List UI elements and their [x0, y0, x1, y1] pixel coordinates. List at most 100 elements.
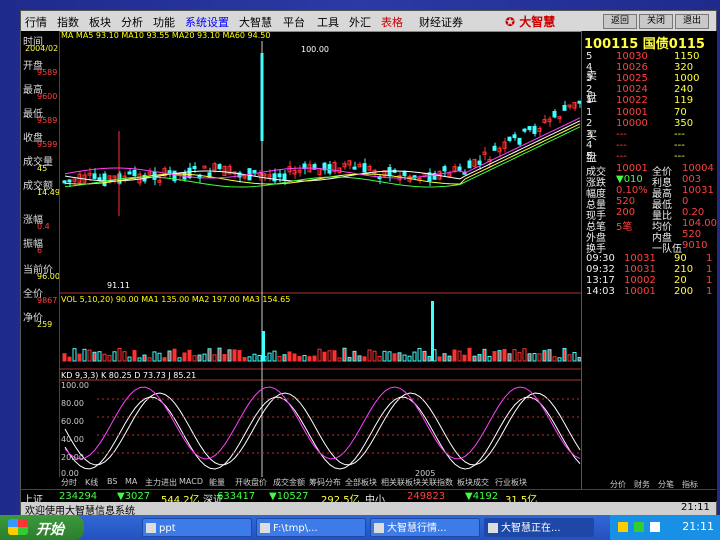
chart-tab[interactable]: 分时	[61, 477, 77, 488]
volume-bar	[97, 351, 102, 362]
tick-row: 09:30 10031 90 1	[582, 253, 717, 264]
close-button[interactable]: 关闭	[639, 14, 673, 29]
back-button[interactable]: 返回	[603, 14, 637, 29]
menu-table[interactable]: 表格	[381, 14, 403, 30]
chart-tab[interactable]: BS	[107, 477, 117, 486]
volume-icon[interactable]	[650, 522, 660, 532]
ask-volume: 240	[674, 84, 694, 95]
taskbar-item-dzh-quote[interactable]: 大智慧行情...	[370, 518, 480, 537]
volume-spike	[431, 301, 434, 361]
app-icon	[374, 523, 384, 533]
stat-value: 10001	[616, 163, 648, 174]
ask-row[interactable]: 2 10024 240	[582, 84, 717, 95]
ask-side-label-1: 卖	[586, 69, 597, 82]
stat-row: 涨跌 ▼010 利息 003	[582, 174, 717, 189]
menu-settings[interactable]: 系统设置	[185, 14, 229, 30]
chart-tab[interactable]: MA	[125, 477, 137, 486]
volume-bar	[347, 356, 352, 362]
ticker-item: ▼3027	[117, 491, 151, 502]
tray-icon[interactable]	[618, 522, 628, 532]
tray-icon[interactable]	[634, 522, 644, 532]
volume-bar	[337, 357, 342, 362]
volume-bar	[472, 355, 477, 362]
ask-row[interactable]: 3 10025 1000	[582, 73, 717, 84]
taskbar-item-label: 大智慧行情...	[387, 523, 447, 534]
stat-value: 9010	[682, 240, 708, 251]
menu-finance[interactable]: 财经证券	[419, 14, 463, 30]
bid-row[interactable]: 2 10000 350	[582, 118, 717, 129]
stat-value: 10031	[682, 185, 714, 196]
ask-price: 10030	[616, 51, 648, 62]
start-button[interactable]: 开始	[0, 515, 84, 540]
chart-tab[interactable]: 筹码分布	[309, 477, 341, 488]
status-bar: 欢迎使用大智慧信息系统 21:11	[21, 502, 716, 517]
taskbar-item-dzh-running[interactable]: 大智慧正在...	[484, 518, 594, 537]
chart-tab[interactable]: MACD	[179, 477, 203, 486]
volume-bar	[297, 356, 302, 362]
chart-tab[interactable]: 主力进出	[145, 477, 177, 488]
taskbar-item-ppt[interactable]: ppt	[142, 518, 252, 537]
menu-tools[interactable]: 工具	[317, 14, 339, 30]
menu-analysis[interactable]: 分析	[121, 14, 143, 30]
chart-tab[interactable]: 相关联板块	[381, 477, 421, 488]
kline-chart[interactable]: MA MA5 93.10 MA10 93.55 MA20 93.10 MA60 …	[59, 31, 583, 496]
menu-quote[interactable]: 行情	[25, 14, 47, 30]
candle-body	[522, 128, 527, 132]
bid-row[interactable]: 4 --- ---	[582, 140, 717, 151]
chart-tab[interactable]: 板块成交	[457, 477, 489, 488]
volume-bar	[387, 351, 392, 362]
bid-row[interactable]: 5 --- ---	[582, 151, 717, 162]
tick-direction: 1	[706, 286, 713, 297]
ticker-item: ▼4192	[465, 491, 499, 502]
taskbar-item-explorer[interactable]: F:\tmp\...	[256, 518, 366, 537]
volume-bar	[447, 355, 452, 362]
menu-function[interactable]: 功能	[153, 14, 175, 30]
menu-sector[interactable]: 板块	[89, 14, 111, 30]
volume-bar	[197, 354, 202, 362]
candle-body	[92, 173, 97, 179]
lp-value-fullprice: 9867	[37, 296, 58, 305]
ask-row[interactable]: 4 10026 320	[582, 62, 717, 73]
volume-bar	[102, 353, 107, 362]
volume-bar	[492, 351, 497, 362]
volume-bar	[227, 349, 232, 362]
chart-tab[interactable]: 行业板块	[495, 477, 527, 488]
ask-row[interactable]: 5 10030 1150	[582, 51, 717, 62]
candle-body	[457, 166, 462, 172]
chart-tab[interactable]: 能量	[209, 477, 225, 488]
lp-value-time: 2004/02	[25, 44, 59, 53]
menu-platform[interactable]: 平台	[283, 14, 305, 30]
volume-bar	[117, 348, 122, 362]
chart-tab[interactable]: 开收盘价	[235, 477, 267, 488]
chart-tab[interactable]: 成交金额	[273, 477, 305, 488]
menu-index[interactable]: 指数	[57, 14, 79, 30]
menu-dazhihui[interactable]: 大智慧	[239, 14, 272, 30]
menu-forex[interactable]: 外汇	[349, 14, 371, 30]
candle-body	[327, 164, 332, 174]
volume-bar	[147, 357, 152, 362]
exit-button[interactable]: 退出	[675, 14, 709, 29]
volume-bar	[462, 354, 467, 362]
bid-volume: ---	[674, 140, 685, 151]
volume-bar	[282, 354, 287, 362]
volume-bar	[502, 348, 507, 362]
ma-legend: MA MA5 93.10 MA10 93.55 MA20 93.10 MA60 …	[61, 31, 271, 40]
chart-tab[interactable]: 全部板块	[345, 477, 377, 488]
volume-bar	[317, 348, 322, 362]
volume-spike	[262, 331, 265, 361]
menu-bar: 行情 指数 板块 分析 功能 系统设置 大智慧 平台 工具 外汇 表格 财经证券…	[21, 11, 716, 32]
bid-row[interactable]: 3 --- ---	[582, 129, 717, 140]
tick-row: 14:03 10001 200 1	[582, 286, 717, 297]
market-ticker: 上证 234294 ▼3027 544.2亿 深证 633417 ▼10527 292.5亿中…	[21, 489, 716, 506]
stat-row: 成交 10001 全价 10004	[582, 163, 717, 178]
volume-bar	[562, 347, 567, 362]
ask-row[interactable]: 1 10022 119	[582, 95, 717, 106]
volume-bar	[512, 349, 517, 362]
candle-body	[67, 179, 72, 183]
chart-tab[interactable]: K线	[85, 477, 98, 488]
chart-tab[interactable]: 关联指数	[421, 477, 453, 488]
tick-volume: 90	[674, 253, 687, 264]
bid-row[interactable]: 1 10001 70	[582, 107, 717, 118]
chart-canvas[interactable]	[59, 31, 583, 477]
candle-body	[562, 104, 567, 111]
